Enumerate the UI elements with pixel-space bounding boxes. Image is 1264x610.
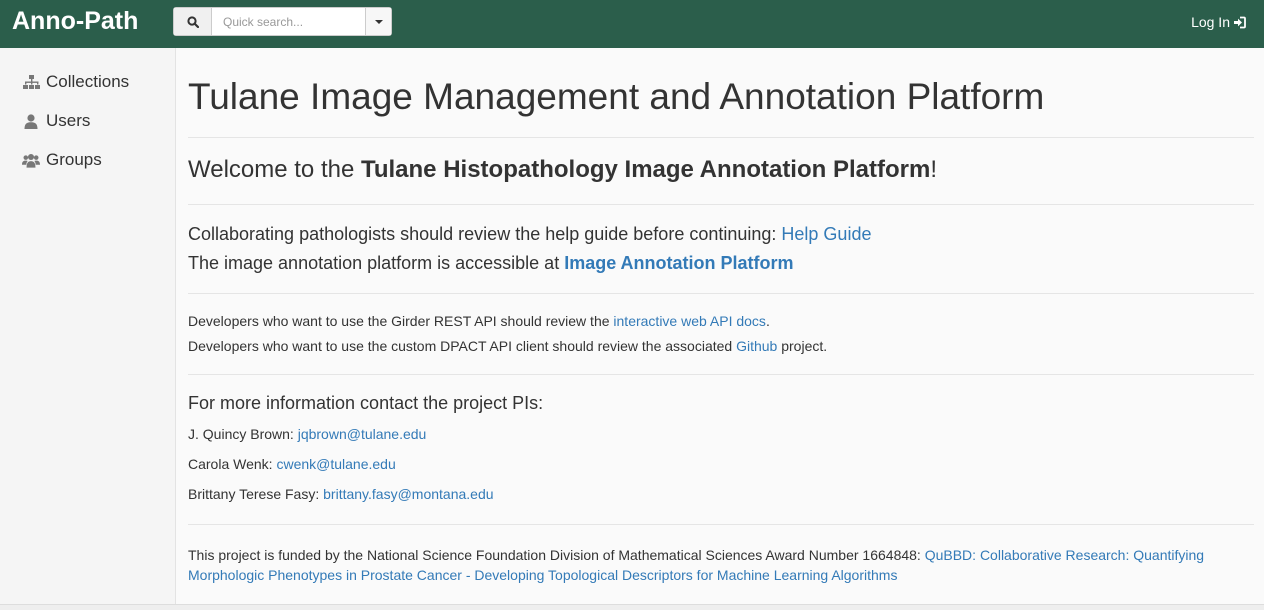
sidebar-item-label: Users <box>46 111 91 130</box>
github-link[interactable]: Github <box>736 338 777 354</box>
contact-item: Brittany Terese Fasy: brittany.fasy@mont… <box>188 486 494 502</box>
contact-name: Brittany Terese Fasy: <box>188 486 324 502</box>
divider <box>188 524 1254 525</box>
search-button[interactable] <box>174 8 212 35</box>
divider <box>188 374 1254 375</box>
platform-text: The image annotation platform is accessi… <box>188 253 565 273</box>
divider <box>188 204 1254 205</box>
search-icon <box>186 15 199 28</box>
divider <box>188 137 1254 138</box>
login-button[interactable]: Log In <box>1191 14 1246 30</box>
help-guide-link[interactable]: Help Guide <box>781 224 871 244</box>
search-mode-dropdown[interactable] <box>365 8 391 35</box>
dev1-text: Developers who want to use the Girder RE… <box>188 313 614 329</box>
quick-search <box>173 7 392 36</box>
contact-heading: For more information contact the project… <box>188 393 544 413</box>
platform-name: Tulane Histopathology Image Annotation P… <box>360 156 931 183</box>
sign-in-icon <box>1234 16 1246 28</box>
search-input[interactable] <box>212 8 365 35</box>
help-line: Collaborating pathologists should review… <box>188 224 871 245</box>
welcome-prefix: Welcome to the <box>188 156 361 183</box>
sidebar: Collections Users Groups <box>0 48 176 610</box>
contact-email-link[interactable]: jqbrown@tulane.edu <box>298 426 427 442</box>
contact-email-link[interactable]: cwenk@tulane.edu <box>276 456 395 472</box>
annotation-platform-link[interactable]: Image Annotation Platform <box>564 253 793 273</box>
users-icon <box>22 152 40 168</box>
funding-note: This project is funded by the National S… <box>188 545 1228 585</box>
help-text: Collaborating pathologists should review… <box>188 224 782 244</box>
sitemap-icon <box>22 74 40 90</box>
contact-name: J. Quincy Brown: <box>188 426 298 442</box>
chevron-down-icon <box>374 19 383 24</box>
sidebar-item-label: Groups <box>46 150 102 169</box>
sidebar-item-label: Collections <box>46 72 130 91</box>
dev2-suffix: project. <box>777 338 828 354</box>
footer-strip <box>0 604 1264 610</box>
dev1-suffix: . <box>765 313 770 329</box>
sidebar-item-collections[interactable]: Collections <box>22 71 129 93</box>
welcome-suffix: ! <box>930 156 937 183</box>
dev2-text: Developers who want to use the custom DP… <box>188 338 737 354</box>
main-content: Tulane Image Management and Annotation P… <box>176 48 1264 604</box>
welcome-heading: Welcome to the Tulane Histopathology Ima… <box>188 156 937 184</box>
user-icon <box>22 113 40 129</box>
contact-name: Carola Wenk: <box>188 456 277 472</box>
contact-item: Carola Wenk: cwenk@tulane.edu <box>188 456 396 472</box>
divider <box>188 293 1254 294</box>
page-title: Tulane Image Management and Annotation P… <box>188 76 1045 117</box>
api-docs-link[interactable]: interactive web API docs <box>613 313 766 329</box>
sidebar-item-groups[interactable]: Groups <box>22 149 102 171</box>
brand-logo[interactable]: Anno-Path <box>12 7 138 36</box>
developer-rest-line: Developers who want to use the Girder RE… <box>188 313 770 329</box>
platform-line: The image annotation platform is accessi… <box>188 253 794 274</box>
developer-client-line: Developers who want to use the custom DP… <box>188 338 827 354</box>
top-navbar: Anno-Path Log In <box>0 0 1264 48</box>
funding-text: This project is funded by the National S… <box>188 547 925 563</box>
login-label: Log In <box>1191 14 1230 30</box>
sidebar-item-users[interactable]: Users <box>22 110 90 132</box>
contact-email-link[interactable]: brittany.fasy@montana.edu <box>323 486 493 502</box>
contact-item: J. Quincy Brown: jqbrown@tulane.edu <box>188 426 426 442</box>
